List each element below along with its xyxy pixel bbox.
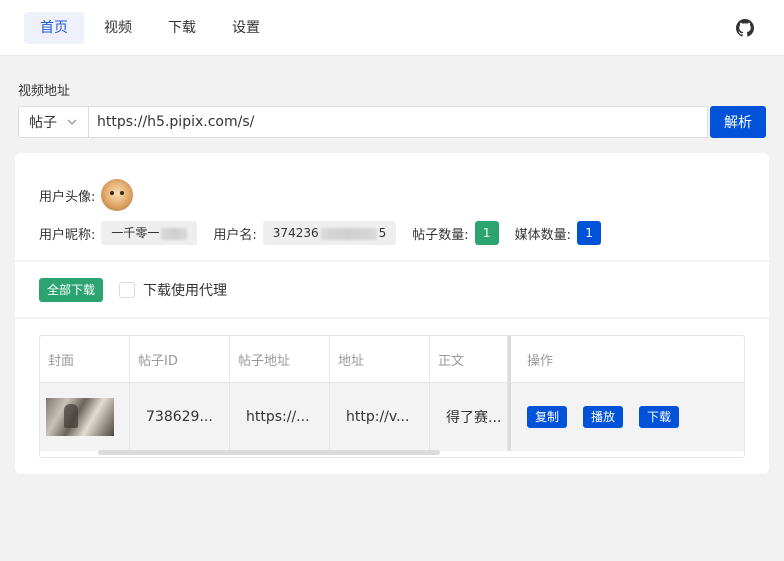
nav-video[interactable]: 视频: [88, 12, 148, 44]
col-post-url: 帖子地址: [230, 336, 330, 382]
col-text: 正文: [430, 336, 508, 382]
proxy-checkbox-label[interactable]: 下载使用代理: [143, 280, 227, 300]
user-stats-row: 用户昵称: 一千零一 用户名: 374236 5 帖子数量: 1 媒体数量: 1: [39, 221, 745, 245]
post-id-cell: 738629...: [130, 383, 230, 451]
top-nav-bar: 首页 视频 下载 设置: [0, 0, 784, 56]
url-input[interactable]: [88, 106, 708, 138]
redacted-block: [161, 227, 188, 240]
nickname-text: 一千零一: [111, 226, 160, 240]
col-post-id: 帖子ID: [130, 336, 230, 382]
github-icon[interactable]: [736, 19, 754, 37]
avatar-row: 用户头像:: [39, 179, 745, 211]
download-button[interactable]: 下载: [639, 406, 680, 428]
redacted-block: [320, 227, 377, 240]
post-count-badge: 1: [474, 221, 499, 245]
media-count-label: 媒体数量:: [514, 227, 572, 243]
avatar: [101, 179, 134, 211]
posts-table-card: 封面 帖子ID 帖子地址 地址 正文 操作 738629... https://…: [15, 319, 769, 474]
col-actions: 操作: [508, 336, 744, 382]
username-label: 用户名:: [213, 227, 257, 243]
actions-cell: 复制 播放 下载: [508, 383, 744, 451]
horizontal-scrollbar[interactable]: [98, 450, 440, 455]
post-url-cell: https://...: [230, 383, 330, 451]
proxy-checkbox[interactable]: [119, 281, 136, 298]
nav-download[interactable]: 下载: [152, 12, 212, 44]
copy-button[interactable]: 复制: [527, 406, 568, 428]
type-select[interactable]: 帖子: [18, 106, 88, 138]
username-text: 374236: [272, 226, 319, 240]
username-suffix: 5: [378, 226, 387, 240]
main-content: 视频地址 帖子 解析: [0, 80, 784, 138]
col-cover: 封面: [40, 336, 130, 382]
table-header: 封面 帖子ID 帖子地址 地址 正文 操作: [40, 336, 744, 383]
nickname-value: 一千零一: [101, 221, 198, 245]
video-url-label: 视频地址: [18, 84, 71, 99]
download-all-button[interactable]: 全部下载: [39, 277, 104, 302]
nav-settings[interactable]: 设置: [216, 12, 276, 44]
url-input-row: 帖子 解析: [18, 106, 766, 138]
play-button[interactable]: 播放: [583, 406, 624, 428]
posts-table: 封面 帖子ID 帖子地址 地址 正文 操作 738629... https://…: [39, 335, 745, 458]
address-cell: http://v...: [330, 383, 430, 451]
actions-card: 全部下载 下载使用代理: [15, 262, 769, 317]
media-count-badge: 1: [577, 221, 602, 245]
text-cell: 得了赛...: [430, 383, 508, 451]
type-select-value: 帖子: [29, 115, 57, 131]
cover-cell: [40, 383, 130, 451]
nickname-label: 用户昵称:: [39, 227, 96, 243]
parse-button[interactable]: 解析: [710, 106, 766, 138]
user-info-card: 用户头像: 用户昵称: 一千零一 用户名: 374236 5 帖子数量: 1 媒体…: [15, 153, 769, 260]
username-value: 374236 5: [262, 221, 397, 245]
cover-thumbnail: [46, 398, 114, 436]
col-address: 地址: [330, 336, 430, 382]
chevron-down-icon: [67, 119, 77, 125]
table-row: 738629... https://... http://v... 得了赛...…: [40, 383, 744, 451]
nav-home[interactable]: 首页: [24, 11, 84, 44]
post-count-label: 帖子数量:: [412, 227, 469, 243]
avatar-label: 用户头像:: [39, 189, 96, 205]
